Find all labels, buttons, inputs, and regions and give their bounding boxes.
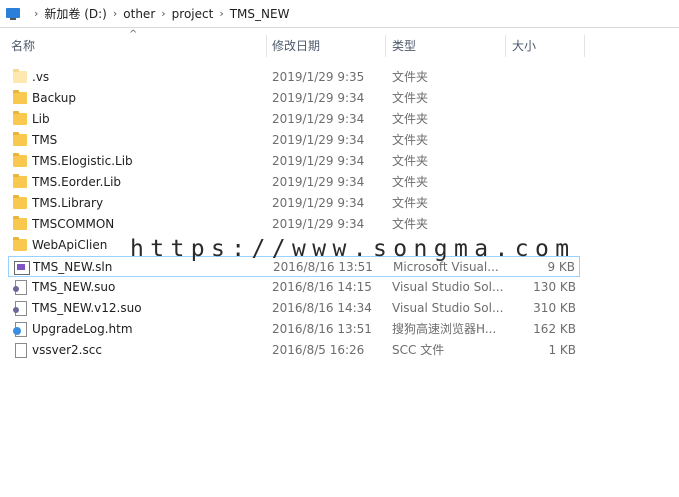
- column-divider[interactable]: [584, 35, 585, 57]
- file-date: 2019/1/29 9:34: [272, 133, 365, 147]
- breadcrumb-other[interactable]: other: [123, 7, 155, 21]
- file-type: 文件夹: [392, 217, 429, 231]
- file-size: 310 KB: [533, 301, 576, 315]
- folder-icon: [13, 237, 27, 251]
- file-size: 162 KB: [533, 322, 576, 336]
- suo-file-icon: [13, 280, 27, 295]
- file-name: TMS_NEW.v12.suo: [32, 301, 142, 315]
- folder-icon: [13, 111, 27, 125]
- file-date: 2019/1/29 9:34: [272, 217, 365, 231]
- file-date: 2019/1/29 9:35: [272, 70, 365, 84]
- file-name: Backup: [32, 91, 76, 105]
- column-header-date[interactable]: 修改日期: [272, 33, 320, 59]
- file-date: 2019/1/29 9:34: [272, 91, 365, 105]
- file-row[interactable]: UpgradeLog.htm 2016/8/16 13:51 搜狗高速浏览器H.…: [8, 319, 580, 340]
- generic-file-icon: [15, 343, 27, 358]
- file-row[interactable]: Backup 2019/1/29 9:34 文件夹: [8, 88, 580, 109]
- file-name: TMS: [32, 133, 58, 147]
- file-type: 文件夹: [392, 91, 429, 105]
- file-row[interactable]: TMS.Library 2019/1/29 9:34 文件夹: [8, 193, 580, 214]
- chevron-right-icon: ›: [112, 7, 118, 20]
- file-name: UpgradeLog.htm: [32, 322, 133, 336]
- folder-icon: [13, 69, 27, 83]
- chevron-right-icon: ›: [219, 7, 224, 20]
- suo-file-icon: [13, 301, 27, 316]
- computer-icon: [6, 7, 20, 20]
- file-size: 130 KB: [533, 280, 576, 294]
- column-divider[interactable]: [505, 35, 506, 57]
- file-row[interactable]: Lib 2019/1/29 9:34 文件夹: [8, 109, 580, 130]
- file-name: vssver2.scc: [32, 343, 102, 357]
- file-type: 文件夹: [392, 175, 429, 189]
- html-file-icon: [13, 322, 27, 337]
- file-date: 2016/8/16 14:34: [272, 301, 372, 315]
- file-row[interactable]: vssver2.scc 2016/8/5 16:26 SCC 文件 1 KB: [8, 340, 580, 361]
- file-name: TMS.Eorder.Lib: [32, 175, 122, 189]
- file-row[interactable]: TMS 2019/1/29 9:34 文件夹: [8, 130, 580, 151]
- breadcrumb-project[interactable]: project: [172, 7, 214, 21]
- column-header-type[interactable]: 类型: [392, 33, 416, 59]
- file-row[interactable]: TMSCOMMON 2019/1/29 9:34 文件夹: [8, 214, 580, 235]
- file-name: TMS.Elogistic.Lib: [32, 154, 133, 168]
- chevron-right-icon: ›: [161, 7, 166, 20]
- folder-icon: [13, 153, 27, 167]
- file-date: 2019/1/29 9:34: [272, 175, 365, 189]
- file-name: WebApiClien: [32, 238, 108, 252]
- breadcrumb-tms-new[interactable]: TMS_NEW: [230, 7, 290, 21]
- solution-file-icon: [14, 261, 30, 275]
- column-header-name[interactable]: 名称: [11, 33, 35, 59]
- folder-icon: [13, 90, 27, 104]
- folder-icon: [13, 132, 27, 146]
- file-type: Visual Studio Sol...: [392, 280, 504, 294]
- file-type: 文件夹: [392, 133, 429, 147]
- file-row[interactable]: TMS_NEW.v12.suo 2016/8/16 14:34 Visual S…: [8, 298, 580, 319]
- file-name: .vs: [32, 70, 50, 84]
- file-date: 2016/8/16 14:15: [272, 280, 372, 294]
- file-name: TMS_NEW.suo: [32, 280, 116, 294]
- file-date: 2019/1/29 9:34: [272, 196, 365, 210]
- address-bar[interactable]: › 新加卷 (D:) › other › project › TMS_NEW: [0, 0, 679, 28]
- column-divider[interactable]: [266, 35, 267, 57]
- watermark-text: https://www.songma.com: [130, 236, 576, 262]
- file-name: TMS.Library: [32, 196, 104, 210]
- file-type: SCC 文件: [392, 343, 445, 357]
- file-date: 2019/1/29 9:34: [272, 154, 365, 168]
- file-row[interactable]: TMS.Eorder.Lib 2019/1/29 9:34 文件夹: [8, 172, 580, 193]
- file-type: 文件夹: [392, 112, 429, 126]
- folder-icon: [13, 216, 27, 230]
- file-name: TMS_NEW.sln: [33, 260, 113, 274]
- folder-icon: [13, 195, 27, 209]
- file-date: 2016/8/16 13:51: [272, 322, 372, 336]
- file-type: 文件夹: [392, 196, 429, 210]
- file-date: 2016/8/5 16:26: [272, 343, 365, 357]
- file-date: 2019/1/29 9:34: [272, 112, 365, 126]
- file-name: TMSCOMMON: [32, 217, 115, 231]
- file-type: 搜狗高速浏览器H...: [392, 322, 497, 336]
- folder-icon: [13, 174, 27, 188]
- column-divider[interactable]: [385, 35, 386, 57]
- file-row[interactable]: .vs 2019/1/29 9:35 文件夹: [8, 67, 580, 88]
- file-type: Visual Studio Sol...: [392, 301, 504, 315]
- chevron-right-icon: ›: [34, 7, 39, 20]
- file-row[interactable]: TMS.Elogistic.Lib 2019/1/29 9:34 文件夹: [8, 151, 580, 172]
- column-header-size[interactable]: 大小: [512, 33, 536, 59]
- file-type: 文件夹: [392, 154, 429, 168]
- column-header-row: 名称 修改日期 类型 大小: [0, 33, 679, 59]
- breadcrumb-drive[interactable]: 新加卷 (D:): [44, 5, 106, 22]
- file-name: Lib: [32, 112, 50, 126]
- file-size: 1 KB: [548, 343, 576, 357]
- file-row[interactable]: TMS_NEW.suo 2016/8/16 14:15 Visual Studi…: [8, 277, 580, 298]
- file-type: 文件夹: [392, 70, 429, 84]
